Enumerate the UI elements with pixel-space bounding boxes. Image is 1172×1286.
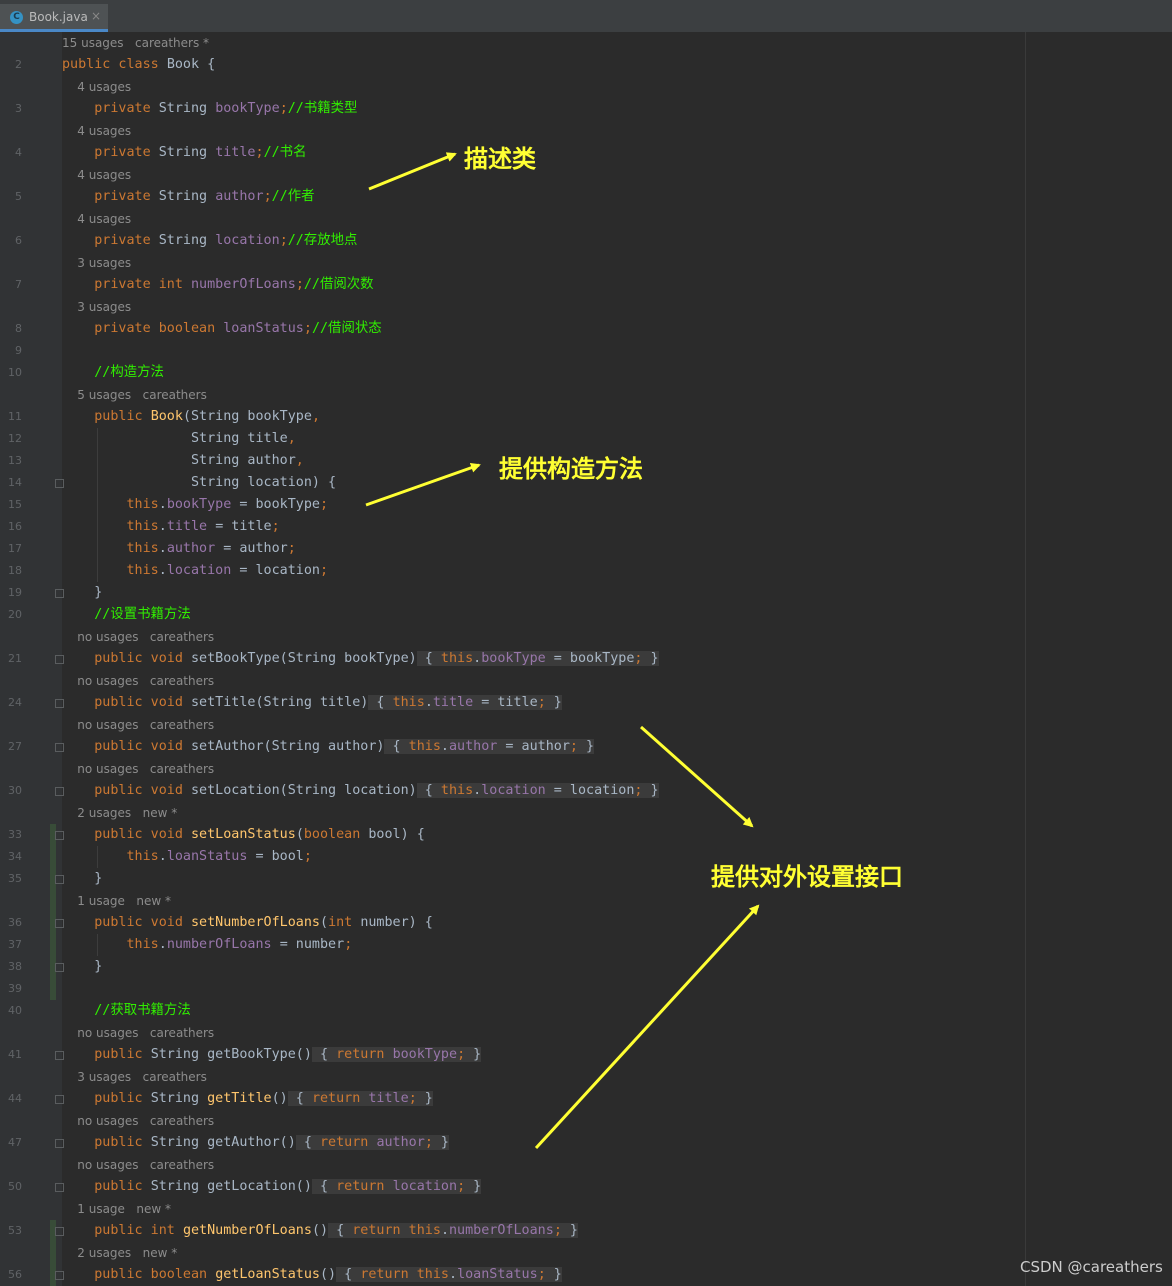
annotation-describe-class: 描述类	[464, 145, 536, 173]
arrow-1	[368, 152, 457, 191]
annotation-setters: 提供对外设置接口	[711, 863, 903, 891]
annotation-arrows	[365, 152, 760, 1150]
annotation-constructor: 提供构造方法	[499, 455, 643, 483]
watermark: CSDN @careathers	[1020, 1258, 1163, 1276]
arrow-3	[640, 725, 754, 828]
arrow-2	[365, 462, 481, 507]
arrow-4	[534, 904, 760, 1150]
